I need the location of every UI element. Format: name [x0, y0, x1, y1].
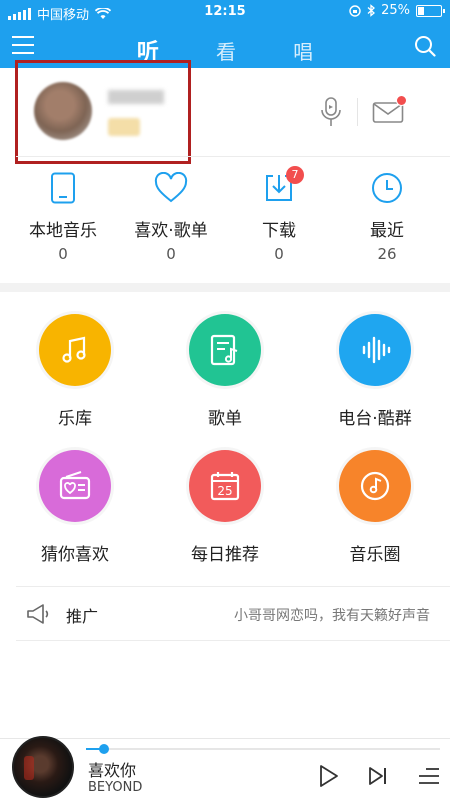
- playlists-circle: [189, 314, 261, 386]
- music-library-circle: [39, 314, 111, 386]
- calendar-icon: 25: [210, 472, 240, 501]
- progress-knob[interactable]: [98, 744, 109, 754]
- search-icon[interactable]: [414, 35, 436, 57]
- vinyl-note-icon: [360, 471, 390, 501]
- quick-label: 最近: [370, 221, 404, 241]
- radio-heart-icon: [59, 471, 91, 500]
- quick-count: 0: [274, 245, 284, 263]
- megaphone-icon: [27, 604, 49, 624]
- section-gap: [0, 283, 450, 292]
- grid-daily-recommend[interactable]: 25 每日推荐: [150, 450, 300, 565]
- album-cover[interactable]: [12, 736, 74, 798]
- grid-label: 电台·酷群: [338, 409, 412, 429]
- grid-label: 每日推荐: [191, 545, 259, 565]
- tab-watch[interactable]: 看: [216, 36, 236, 65]
- voice-search-icon[interactable]: [318, 96, 344, 128]
- quick-recent[interactable]: 最近 26: [332, 172, 442, 263]
- quick-downloads[interactable]: 7 下载 0: [224, 166, 334, 263]
- music-circle-circle: [339, 450, 411, 522]
- quick-favorites[interactable]: 喜欢·歌单 0: [116, 172, 226, 263]
- status-right: 25%: [349, 3, 445, 18]
- calendar-day: 25: [217, 484, 232, 498]
- quick-local-music[interactable]: 本地音乐 0: [8, 172, 118, 263]
- quick-count: 26: [377, 245, 397, 263]
- artist-name: BEYOND: [88, 780, 143, 795]
- promo-row[interactable]: 推广 小哥哥网恋吗，我有天籁好声音: [0, 588, 450, 640]
- download-count-badge: 7: [286, 166, 304, 184]
- progress-bar[interactable]: [86, 744, 440, 754]
- quick-count: 0: [166, 245, 176, 263]
- message-unread-dot: [396, 95, 407, 106]
- grid-guess-you-like[interactable]: 猜你喜欢: [0, 450, 150, 565]
- battery-level-fill: [418, 6, 424, 15]
- next-icon[interactable]: [368, 766, 388, 786]
- radio-wave-icon: [362, 336, 391, 364]
- promo-description: 小哥哥网恋吗，我有天籁好声音: [234, 608, 430, 624]
- bluetooth-icon: [367, 4, 376, 17]
- heart-icon: [154, 172, 188, 203]
- promo-title: 推广: [66, 607, 99, 626]
- grid-music-library[interactable]: 乐库: [0, 314, 150, 429]
- grid-radio[interactable]: 电台·酷群: [300, 314, 450, 429]
- grid-label: 音乐圈: [349, 545, 401, 565]
- song-title[interactable]: 喜欢你: [88, 757, 136, 781]
- quick-count: 0: [58, 245, 68, 263]
- status-bar: 中国移动 12:15 25%: [0, 0, 450, 24]
- quick-label: 本地音乐: [29, 221, 97, 241]
- music-note-icon: [62, 336, 86, 363]
- playlist-queue-icon[interactable]: [418, 766, 440, 786]
- rotation-lock-icon: [349, 4, 361, 17]
- app-header: 中国移动 12:15 25% 听 看 唱: [0, 0, 450, 76]
- grid-music-circle[interactable]: 音乐圈: [300, 450, 450, 565]
- grid-label: 乐库: [58, 409, 92, 429]
- tab-sing[interactable]: 唱: [293, 36, 313, 65]
- divider: [16, 586, 450, 587]
- phone-icon: [51, 172, 75, 204]
- divider: [16, 640, 450, 641]
- playlist-icon: [210, 334, 238, 366]
- grid-playlists[interactable]: 歌单: [150, 314, 300, 429]
- divider: [16, 156, 450, 157]
- battery-percent: 25%: [381, 3, 410, 18]
- mini-player: 喜欢你 BEYOND: [0, 736, 450, 800]
- clock-icon: [372, 173, 402, 203]
- highlight-box: [15, 60, 191, 164]
- battery-icon: [416, 4, 445, 17]
- quick-label: 喜欢·歌单: [134, 221, 208, 241]
- daily-circle: 25: [189, 450, 261, 522]
- header-divider: [357, 98, 358, 126]
- grid-label: 猜你喜欢: [41, 545, 109, 565]
- radio-circle: [339, 314, 411, 386]
- quick-label: 下载: [262, 221, 296, 241]
- guess-circle: [39, 450, 111, 522]
- play-icon[interactable]: [318, 764, 340, 788]
- grid-label: 歌单: [208, 409, 242, 429]
